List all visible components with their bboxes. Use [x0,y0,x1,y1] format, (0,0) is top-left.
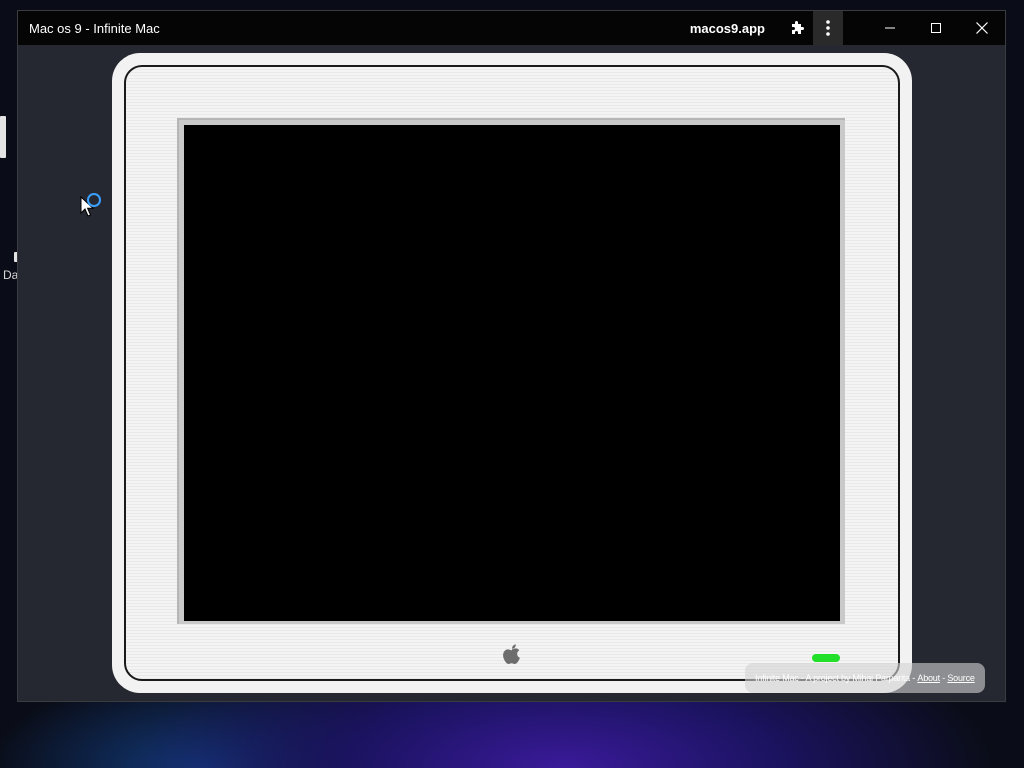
app-domain: macos9.app [689,20,765,36]
extensions-button[interactable] [781,11,813,45]
minimize-icon [885,27,895,29]
close-icon [976,22,988,34]
emulator-screen[interactable] [184,125,840,621]
maximize-button[interactable] [913,11,959,45]
monitor-frame [112,53,912,693]
credits-footer: Infinite Mac - A project by Mihai Parpar… [745,663,985,693]
power-led [812,654,840,662]
loading-spinner-icon [87,193,101,207]
title-bar[interactable]: Mac os 9 - Infinite Mac macos9.app [18,11,1005,45]
apple-logo-icon [503,644,520,664]
minimize-button[interactable] [867,11,913,45]
about-link[interactable]: About [917,673,940,683]
kebab-menu-icon [826,20,830,36]
menu-button[interactable] [813,11,843,45]
desktop-icon-2[interactable]: Da [0,252,18,282]
maximize-icon [931,23,941,33]
window-title: Mac os 9 - Infinite Mac [29,20,160,36]
page-content: Infinite Mac - A project by Mihai Parpar… [18,45,1005,701]
footer-separator: - [942,673,946,683]
desktop-icon-1[interactable] [0,116,6,158]
monitor-body [124,65,900,681]
file-icon [0,116,6,158]
source-link[interactable]: Source [947,673,975,683]
close-button[interactable] [959,11,1005,45]
puzzle-icon [792,21,804,34]
browser-window: Mac os 9 - Infinite Mac macos9.app Infin… [17,10,1006,702]
screen-bezel [177,118,845,624]
credits-text: Infinite Mac - A project by Mihai Parpar… [755,673,916,683]
